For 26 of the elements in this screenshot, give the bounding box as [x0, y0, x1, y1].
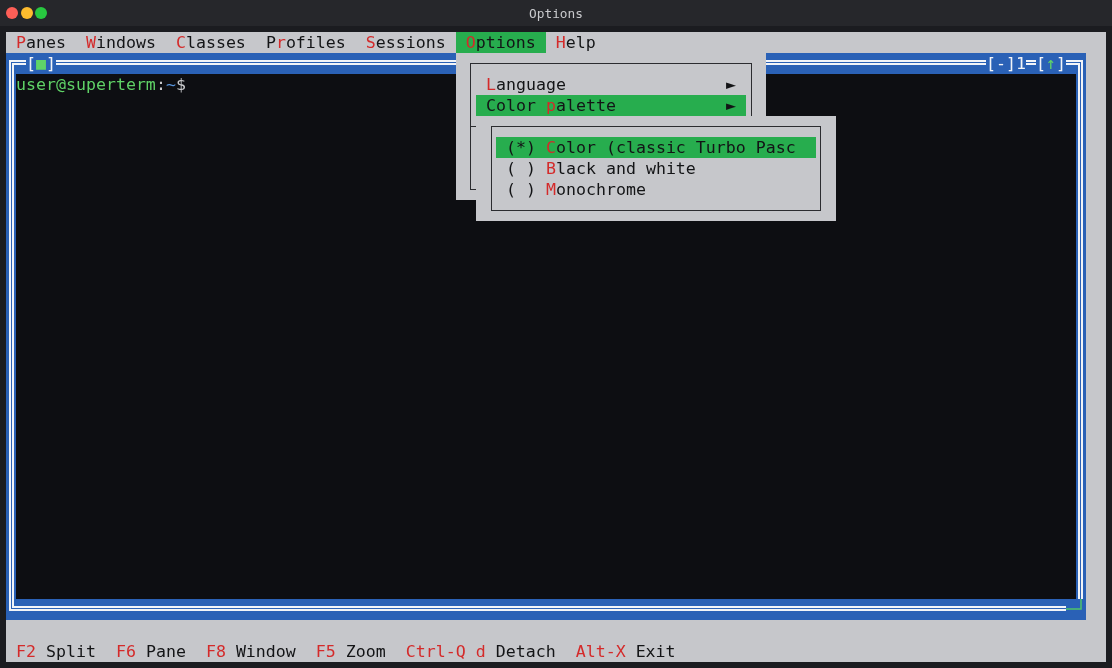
- shortcut-button[interactable]: Alt-X Exit: [575, 641, 676, 662]
- shell-prompt: user@superterm:~$: [16, 74, 186, 95]
- resize-handle-icon[interactable]: [1066, 599, 1082, 610]
- radio-option[interactable]: ( ) Black and white: [496, 158, 816, 179]
- menu-item[interactable]: Windows: [75, 32, 166, 53]
- menu-item[interactable]: Help: [545, 32, 606, 53]
- window-title: Options: [529, 5, 583, 21]
- window-minimize-icon[interactable]: [20, 7, 33, 19]
- menu-item[interactable]: Options: [455, 32, 546, 53]
- menu-item[interactable]: Classes: [165, 32, 256, 53]
- menu-option[interactable]: Color palette ►: [476, 95, 746, 116]
- radio-option[interactable]: (*) Color (classic Turbo Pasc: [496, 137, 816, 158]
- window-close-icon[interactable]: [6, 7, 18, 19]
- window-zoom-icon[interactable]: [35, 7, 47, 19]
- submenu-arrow: ►: [726, 95, 736, 116]
- radio-option[interactable]: ( ) Monochrome: [496, 179, 816, 200]
- submenu-arrow: ►: [726, 74, 736, 95]
- shortcut-button[interactable]: F2 Split: [16, 641, 96, 662]
- menu-option[interactable]: Language ►: [476, 74, 746, 95]
- shortcut-button[interactable]: F6 Pane: [115, 641, 186, 662]
- menu-item[interactable]: Sessions: [355, 32, 456, 53]
- menu-item[interactable]: Profiles: [255, 32, 356, 53]
- shortcut-button[interactable]: F5 Zoom: [315, 641, 386, 662]
- shortcut-button[interactable]: F8 Window: [205, 641, 296, 662]
- shortcut-button[interactable]: Ctrl-Q d Detach: [405, 641, 556, 662]
- menu-item[interactable]: Panes: [6, 32, 76, 53]
